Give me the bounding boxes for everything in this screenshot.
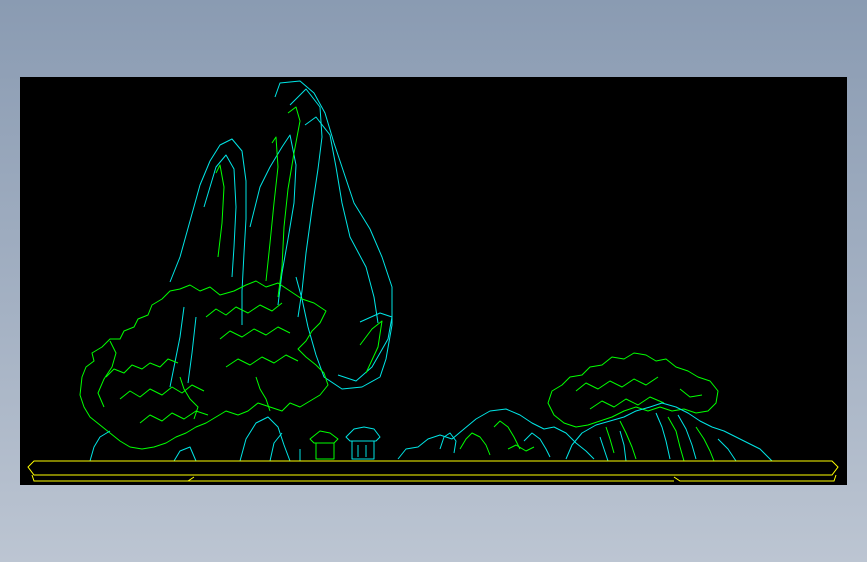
tall-rock-peaks-icon — [169, 80, 393, 390]
left-cliff-lines-2 — [187, 316, 197, 384]
main-peak-inner-line — [289, 88, 323, 318]
pavilion-building-icon — [299, 426, 381, 462]
right-rock-mass-icon — [565, 402, 773, 462]
main-peak-outline — [274, 80, 393, 390]
left-cliff-lines — [169, 306, 185, 388]
cad-drawing-canvas[interactable] — [20, 77, 847, 485]
right-small-hill-icon — [397, 408, 595, 460]
left-peak-inner — [203, 154, 237, 278]
basin-tray-outline-icon — [27, 460, 839, 482]
peak-texture-strokes — [215, 106, 383, 374]
left-base-rocks — [89, 416, 291, 462]
cad-drawing-viewport[interactable] — [20, 77, 847, 485]
main-peak-inner-line-2 — [304, 116, 379, 324]
left-peak-inner-2 — [249, 134, 297, 306]
left-tree-foliage-icon — [79, 280, 329, 450]
main-peak-ridge — [337, 312, 393, 382]
